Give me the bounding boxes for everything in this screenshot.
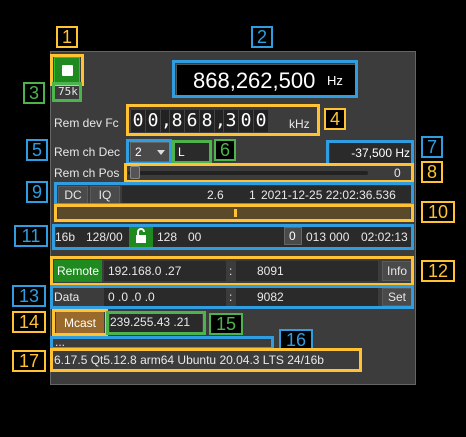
annot-tag-10: 10 (421, 201, 455, 223)
annot-tag-2: 2 (251, 26, 273, 48)
annot-box-15 (106, 311, 206, 335)
annot-box-11 (52, 224, 414, 250)
annot-box-3 (52, 82, 82, 102)
annot-box-5 (126, 139, 172, 165)
annot-box-8 (124, 163, 414, 183)
annot-tag-15: 15 (209, 313, 243, 335)
annot-tag-3: 3 (23, 82, 45, 104)
annot-box-13 (50, 285, 414, 309)
annot-tag-9: 9 (26, 181, 48, 203)
annot-tag-5: 5 (26, 139, 48, 161)
annot-tag-14: 14 (12, 311, 46, 333)
annot-tag-6: 6 (214, 139, 236, 161)
annot-tag-7: 7 (421, 136, 443, 158)
rem-ch-dec-label: Rem ch Dec (54, 145, 121, 159)
annot-tag-11: 11 (14, 225, 48, 247)
annot-box-4 (126, 104, 320, 136)
annot-tag-13: 13 (12, 285, 46, 307)
annot-box-17 (50, 348, 362, 372)
rem-dev-fc-label: Rem dev Fc (54, 116, 119, 130)
annot-box-9 (54, 182, 414, 206)
rem-ch-pos-label: Rem ch Pos (54, 166, 120, 180)
annot-box-10 (54, 204, 414, 222)
annot-box-6 (172, 140, 212, 164)
annot-tag-17: 17 (12, 350, 46, 372)
annot-tag-12: 12 (421, 260, 455, 282)
annot-tag-1: 1 (56, 26, 78, 48)
annot-box-12 (50, 256, 414, 286)
annot-box-14 (52, 309, 108, 336)
annot-tag-4: 4 (324, 108, 346, 130)
annot-tag-8: 8 (421, 161, 443, 183)
annot-box-2 (172, 60, 358, 98)
